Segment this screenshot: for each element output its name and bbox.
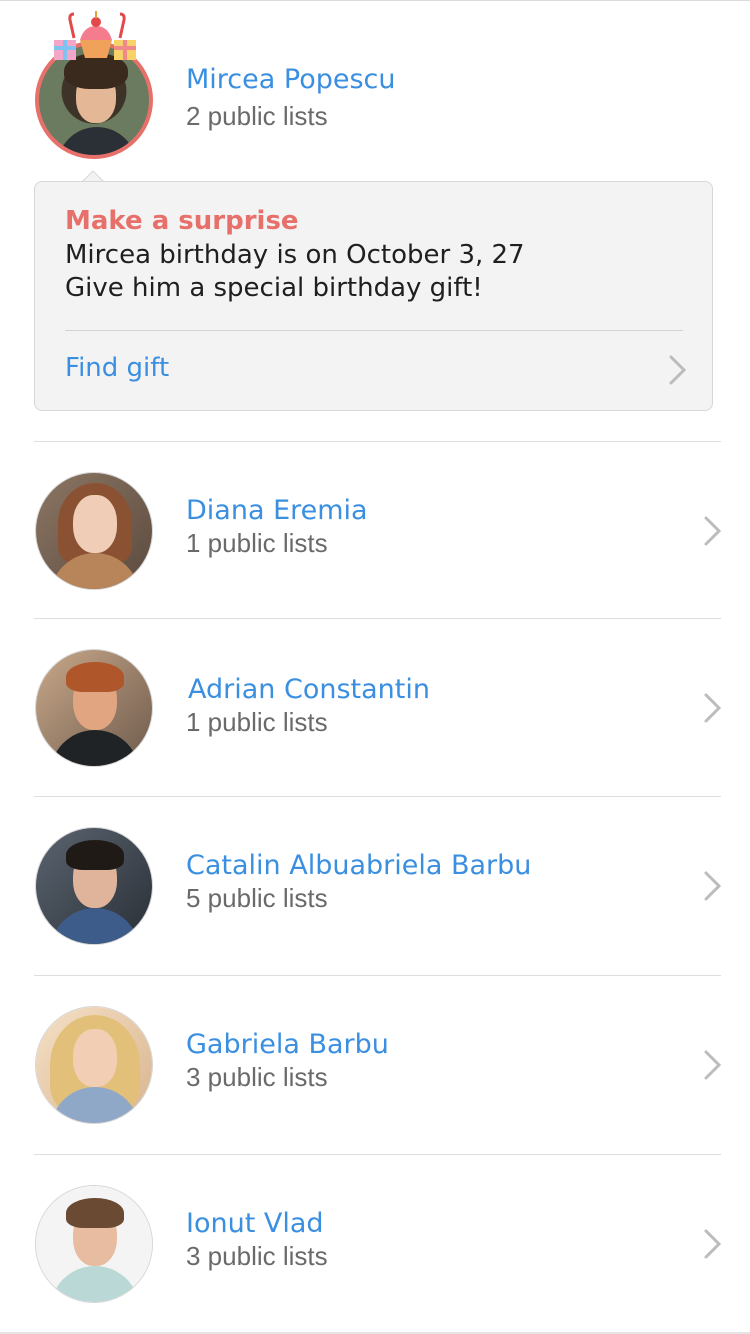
featured-contact[interactable]: Mircea Popescu 2 public lists [0, 0, 750, 180]
contact-lists-count: 3 public lists [186, 1062, 328, 1092]
contact-lists-count: 2 public lists [186, 101, 328, 131]
contact-row[interactable]: Gabriela Barbu 3 public lists [0, 976, 750, 1154]
contact-row[interactable]: Ionut Vlad 3 public lists [0, 1155, 750, 1333]
contact-name: Catalin Albuabriela Barbu [186, 850, 532, 881]
contact-name: Adrian Constantin [188, 674, 430, 705]
contact-name: Gabriela Barbu [186, 1029, 389, 1060]
contact-lists-count: 1 public lists [186, 707, 328, 737]
chevron-right-icon [704, 516, 722, 546]
contact-name: Ionut Vlad [186, 1208, 324, 1239]
avatar [35, 1185, 153, 1303]
contact-lists-count: 3 public lists [186, 1241, 328, 1271]
contact-lists-count: 5 public lists [186, 883, 328, 913]
contact-name: Diana Eremia [186, 495, 368, 526]
card-title: Make a surprise [65, 206, 299, 236]
find-gift-label: Find gift [65, 353, 170, 383]
gift-suggestion-text: Give him a special birthday gift! [65, 273, 483, 303]
chevron-right-icon [704, 1229, 722, 1259]
chevron-right-icon [704, 1050, 722, 1080]
find-gift-button[interactable]: Find gift [35, 331, 712, 411]
contact-row[interactable]: Catalin Albuabriela Barbu 5 public lists [0, 797, 750, 975]
birthday-surprise-card: Make a surprise Mircea birthday is on Oc… [34, 181, 713, 411]
contact-name[interactable]: Mircea Popescu [186, 64, 396, 95]
birthday-date-text: Mircea birthday is on October 3, 27 [65, 240, 525, 270]
avatar [35, 649, 153, 767]
avatar [35, 827, 153, 945]
avatar [35, 1006, 153, 1124]
chevron-right-icon [704, 693, 722, 723]
chevron-right-icon [669, 355, 687, 385]
birthday-party-icon [54, 11, 136, 60]
avatar-shirt [57, 127, 137, 155]
contact-lists-count: 1 public lists [186, 528, 328, 558]
contact-row[interactable]: Diana Eremia 1 public lists [0, 442, 750, 620]
avatar [35, 472, 153, 590]
chevron-right-icon [704, 871, 722, 901]
contact-row[interactable]: Adrian Constantin 1 public lists [0, 619, 750, 797]
